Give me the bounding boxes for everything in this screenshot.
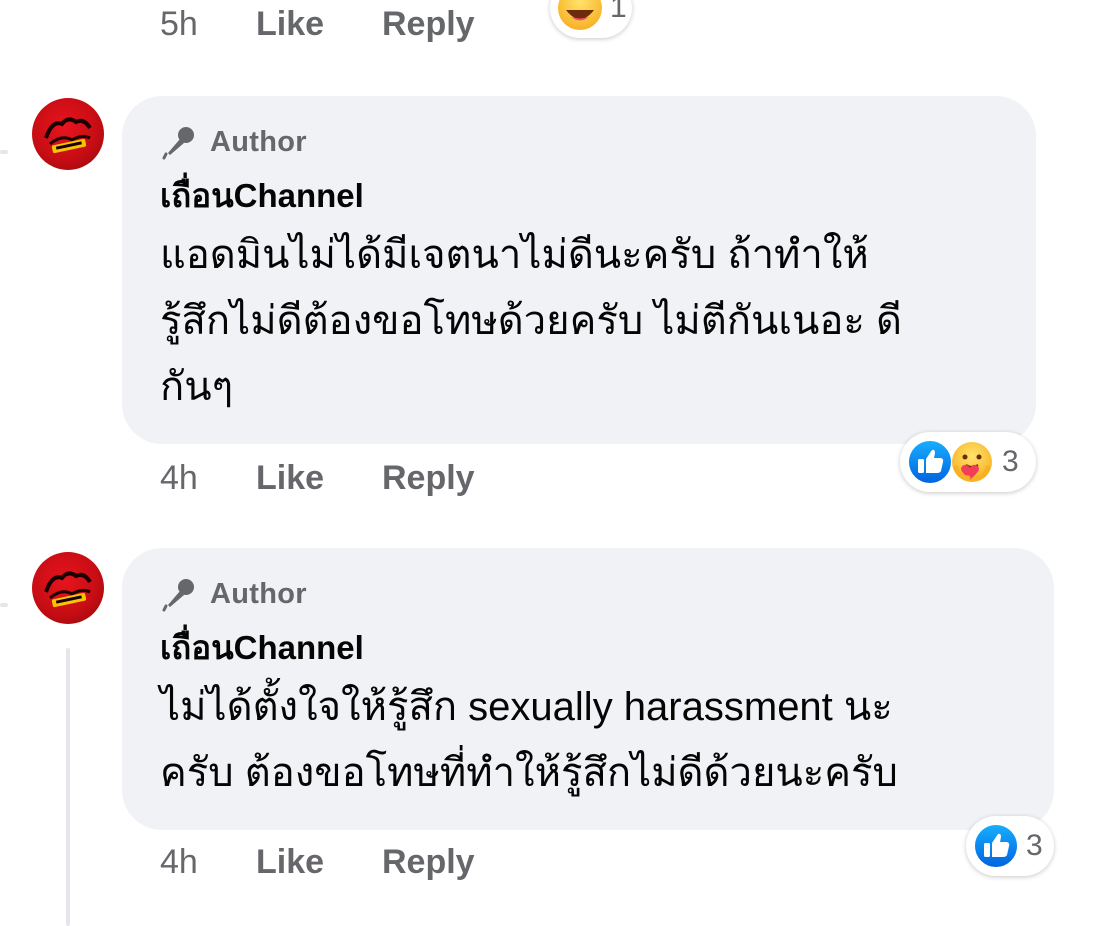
comment-bubble: Author เถื่อนChannel แอดมินไม่ได้มีเจตนา… [122, 96, 1036, 444]
comment-text: ไม่ได้ตั้งใจให้รู้สึก sexually harassmen… [160, 674, 1018, 806]
comment-text-line: ครับ ต้องขอโทษที่ทำให้รู้สึกไม่ดีด้วยนะค… [160, 751, 898, 795]
author-badge-label: Author [210, 577, 307, 610]
comment-meta-top: 5h Like Reply [160, 2, 475, 46]
like-icon [906, 438, 954, 486]
like-button[interactable]: Like [256, 843, 382, 882]
reaction-count: 3 [1026, 829, 1043, 862]
reaction-summary[interactable]: 3 [966, 816, 1054, 876]
comment-text: แอดมินไม่ได้มีเจตนาไม่ดีนะครับ ถ้าทำให้ … [160, 222, 1000, 420]
reaction-summary[interactable]: 1 [550, 0, 632, 38]
comment-text-line: แอดมินไม่ได้มีเจตนาไม่ดีนะครับ ถ้าทำให้ [160, 233, 869, 277]
like-button[interactable]: Like [256, 459, 382, 498]
reply-button[interactable]: Reply [382, 5, 475, 44]
comment-text-line: ไม่ได้ตั้งใจให้รู้สึก sexually harassmen… [160, 685, 893, 729]
care-icon [948, 438, 996, 486]
commenter-name[interactable]: เถื่อนChannel [160, 176, 1000, 216]
comment-text-line: กันๆ [160, 365, 234, 409]
reaction-summary[interactable]: 3 [900, 432, 1036, 492]
like-icon [972, 822, 1020, 870]
thread-connector [0, 150, 8, 154]
channel-logo-icon [44, 117, 92, 154]
comment-bubble: Author เถื่อนChannel ไม่ได้ตั้งใจให้รู้ส… [122, 548, 1054, 830]
commenter-name[interactable]: เถื่อนChannel [160, 628, 1018, 668]
like-button[interactable]: Like [256, 5, 382, 44]
avatar[interactable] [32, 98, 104, 170]
avatar[interactable] [32, 552, 104, 624]
thread-connector [0, 603, 8, 607]
thread-line [66, 648, 70, 926]
comment-time: 4h [160, 458, 198, 497]
comment-meta: 4h Like Reply [160, 456, 475, 500]
author-badge: Author [160, 122, 1000, 162]
microphone-icon [162, 127, 194, 160]
comment-time: 4h [160, 842, 198, 881]
microphone-icon [162, 579, 194, 612]
channel-logo-icon [44, 571, 92, 608]
haha-icon [556, 0, 604, 32]
author-badge-label: Author [210, 125, 307, 158]
comment-text-line: รู้สึกไม่ดีต้องขอโทษด้วยครับ ไม่ตีกันเนอ… [160, 299, 902, 343]
comment-meta: 4h Like Reply [160, 840, 475, 884]
reaction-count: 3 [1002, 445, 1019, 478]
reaction-count: 1 [610, 0, 627, 24]
comment-thread: 5h Like Reply 1 Author เถื่อนChannel แอด… [0, 0, 1094, 926]
reply-button[interactable]: Reply [382, 843, 475, 882]
reply-button[interactable]: Reply [382, 459, 475, 498]
author-badge: Author [160, 574, 1018, 614]
comment-time: 5h [160, 4, 198, 43]
